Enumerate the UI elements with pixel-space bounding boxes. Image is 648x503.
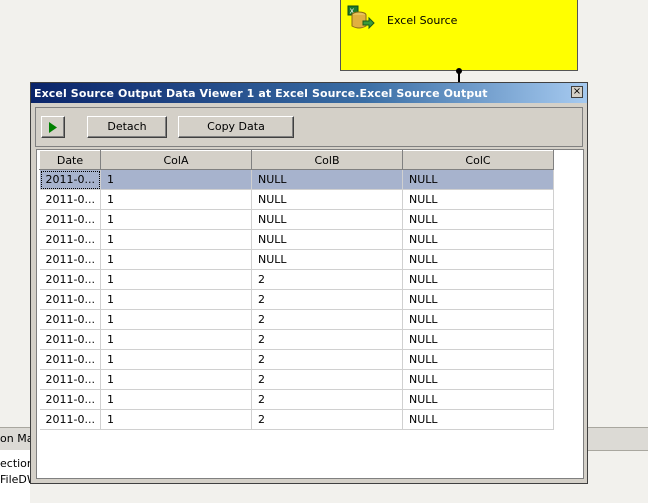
- table-cell[interactable]: 2: [251, 349, 403, 370]
- excel-source-icon: X: [347, 5, 375, 31]
- table-cell[interactable]: 2011-0...: [39, 189, 101, 210]
- table-cell[interactable]: NULL: [402, 249, 554, 270]
- excel-source-component[interactable]: X Excel Source: [340, 0, 578, 71]
- column-header[interactable]: ColA: [100, 150, 252, 170]
- connection-item[interactable]: ection: [0, 457, 34, 470]
- table-cell[interactable]: NULL: [402, 369, 554, 390]
- table-row[interactable]: 2011-0... 1 2 NULL: [39, 329, 554, 350]
- table-cell[interactable]: 1: [100, 249, 252, 270]
- table-cell[interactable]: 2011-0...: [39, 269, 101, 290]
- table-cell[interactable]: NULL: [251, 209, 403, 230]
- table-cell[interactable]: NULL: [402, 409, 554, 430]
- table-row[interactable]: 2011-0... 1 NULL NULL: [39, 249, 554, 270]
- data-table: Date ColA ColB ColC 2011-0... 1 NULL NULL 2011-…: [39, 150, 554, 430]
- table-cell[interactable]: 2: [251, 389, 403, 410]
- table-cell[interactable]: 2011-0...: [39, 249, 101, 270]
- table-cell[interactable]: NULL: [402, 349, 554, 370]
- table-cell[interactable]: 1: [100, 289, 252, 310]
- component-label: Excel Source: [387, 14, 458, 27]
- table-row[interactable]: 2011-0... 1 2 NULL: [39, 389, 554, 410]
- copy-data-button[interactable]: Copy Data: [178, 116, 294, 138]
- table-row[interactable]: 2011-0... 1 2 NULL: [39, 309, 554, 330]
- header-row: Date ColA ColB ColC: [39, 150, 554, 170]
- table-cell[interactable]: 2: [251, 289, 403, 310]
- table-cell[interactable]: NULL: [251, 249, 403, 270]
- table-cell[interactable]: 1: [100, 329, 252, 350]
- table-cell[interactable]: NULL: [251, 169, 403, 190]
- table-row[interactable]: 2011-0... 1 2 NULL: [39, 369, 554, 390]
- table-cell[interactable]: NULL: [402, 389, 554, 410]
- table-cell[interactable]: 2: [251, 369, 403, 390]
- table-cell[interactable]: 2011-0...: [39, 369, 101, 390]
- table-cell[interactable]: 2011-0...: [39, 409, 101, 430]
- table-cell[interactable]: NULL: [251, 229, 403, 250]
- table-cell[interactable]: NULL: [402, 209, 554, 230]
- table-cell[interactable]: 2011-0...: [39, 309, 101, 330]
- table-cell[interactable]: 2011-0...: [39, 289, 101, 310]
- column-header[interactable]: ColC: [402, 150, 554, 170]
- table-row[interactable]: 2011-0... 1 NULL NULL: [39, 169, 554, 190]
- connection-manager-tab-bar-right: [588, 427, 648, 451]
- table-cell[interactable]: 1: [100, 369, 252, 390]
- table-cell[interactable]: 2011-0...: [39, 389, 101, 410]
- table-row[interactable]: 2011-0... 1 2 NULL: [39, 269, 554, 290]
- data-grid[interactable]: Date ColA ColB ColC 2011-0... 1 NULL NULL 2011-…: [36, 149, 584, 479]
- connection-manager-body: ection FileDW: [0, 450, 38, 503]
- table-cell[interactable]: NULL: [402, 329, 554, 350]
- table-cell[interactable]: 1: [100, 269, 252, 290]
- table-cell[interactable]: 1: [100, 309, 252, 330]
- column-header[interactable]: ColB: [251, 150, 403, 170]
- table-cell[interactable]: 1: [100, 389, 252, 410]
- table-cell[interactable]: NULL: [402, 289, 554, 310]
- table-cell[interactable]: 1: [100, 349, 252, 370]
- detach-button[interactable]: Detach: [87, 116, 167, 138]
- data-viewer-window: Excel Source Output Data Viewer 1 at Exc…: [30, 82, 588, 484]
- table-cell[interactable]: 2011-0...: [39, 329, 101, 350]
- continue-button[interactable]: [41, 116, 65, 138]
- toolbar: Detach Copy Data: [35, 107, 583, 147]
- table-row[interactable]: 2011-0... 1 NULL NULL: [39, 189, 554, 210]
- table-cell[interactable]: NULL: [251, 189, 403, 210]
- table-cell[interactable]: 2011-0...: [39, 229, 101, 250]
- table-cell[interactable]: NULL: [402, 309, 554, 330]
- table-cell[interactable]: 1: [100, 209, 252, 230]
- table-cell[interactable]: 1: [100, 169, 252, 190]
- table-cell[interactable]: 2: [251, 309, 403, 330]
- table-row[interactable]: 2011-0... 1 NULL NULL: [39, 229, 554, 250]
- window-title: Excel Source Output Data Viewer 1 at Exc…: [34, 87, 488, 100]
- table-cell[interactable]: NULL: [402, 269, 554, 290]
- table-row[interactable]: 2011-0... 1 2 NULL: [39, 409, 554, 430]
- table-cell[interactable]: NULL: [402, 229, 554, 250]
- table-cell[interactable]: 2: [251, 409, 403, 430]
- table-cell[interactable]: 2011-0...: [39, 169, 101, 190]
- column-header[interactable]: Date: [39, 150, 101, 170]
- table-cell[interactable]: 2011-0...: [39, 349, 101, 370]
- table-cell[interactable]: 2: [251, 269, 403, 290]
- table-row[interactable]: 2011-0... 1 2 NULL: [39, 349, 554, 370]
- table-row[interactable]: 2011-0... 1 2 NULL: [39, 289, 554, 310]
- table-cell[interactable]: 1: [100, 229, 252, 250]
- table-cell[interactable]: 2011-0...: [39, 209, 101, 230]
- table-cell[interactable]: 1: [100, 189, 252, 210]
- close-button[interactable]: ×: [571, 86, 583, 98]
- table-cell[interactable]: 2: [251, 329, 403, 350]
- table-cell[interactable]: NULL: [402, 169, 554, 190]
- play-icon: [49, 122, 57, 133]
- table-cell[interactable]: NULL: [402, 189, 554, 210]
- table-row[interactable]: 2011-0... 1 NULL NULL: [39, 209, 554, 230]
- close-icon: ×: [572, 86, 582, 97]
- title-bar[interactable]: Excel Source Output Data Viewer 1 at Exc…: [31, 83, 587, 103]
- table-cell[interactable]: 1: [100, 409, 252, 430]
